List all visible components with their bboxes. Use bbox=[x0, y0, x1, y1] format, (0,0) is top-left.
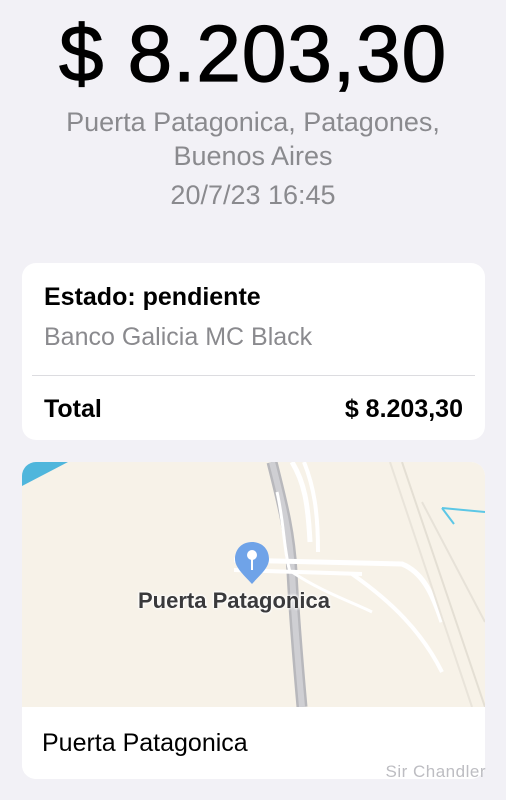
map-view[interactable]: Puerta Patagonica bbox=[22, 462, 485, 707]
merchant-location-line1: Puerta Patagonica, Patagones, bbox=[66, 107, 440, 137]
total-label: Total bbox=[44, 395, 102, 423]
transaction-amount: $ 8.203,30 bbox=[58, 8, 448, 98]
status-label: Estado: pendiente bbox=[44, 283, 261, 311]
total-value: $ 8.203,30 bbox=[344, 395, 463, 423]
divider bbox=[32, 375, 475, 376]
transaction-datetime: 20/7/23 16:45 bbox=[170, 180, 336, 210]
card-name: Banco Galicia MC Black bbox=[44, 323, 313, 351]
place-name: Puerta Patagonica bbox=[42, 729, 248, 757]
water-area bbox=[22, 462, 68, 486]
map-pin-icon[interactable] bbox=[233, 540, 271, 586]
merchant-location-line2: Buenos Aires bbox=[173, 141, 333, 171]
status-card: Estado: pendiente Banco Galicia MC Black… bbox=[22, 263, 485, 440]
map-card[interactable]: Puerta Patagonica Puerta Patagonica bbox=[22, 462, 485, 779]
map-place-label: Puerta Patagonica bbox=[138, 588, 330, 613]
watermark: Sir Chandler bbox=[385, 762, 486, 781]
